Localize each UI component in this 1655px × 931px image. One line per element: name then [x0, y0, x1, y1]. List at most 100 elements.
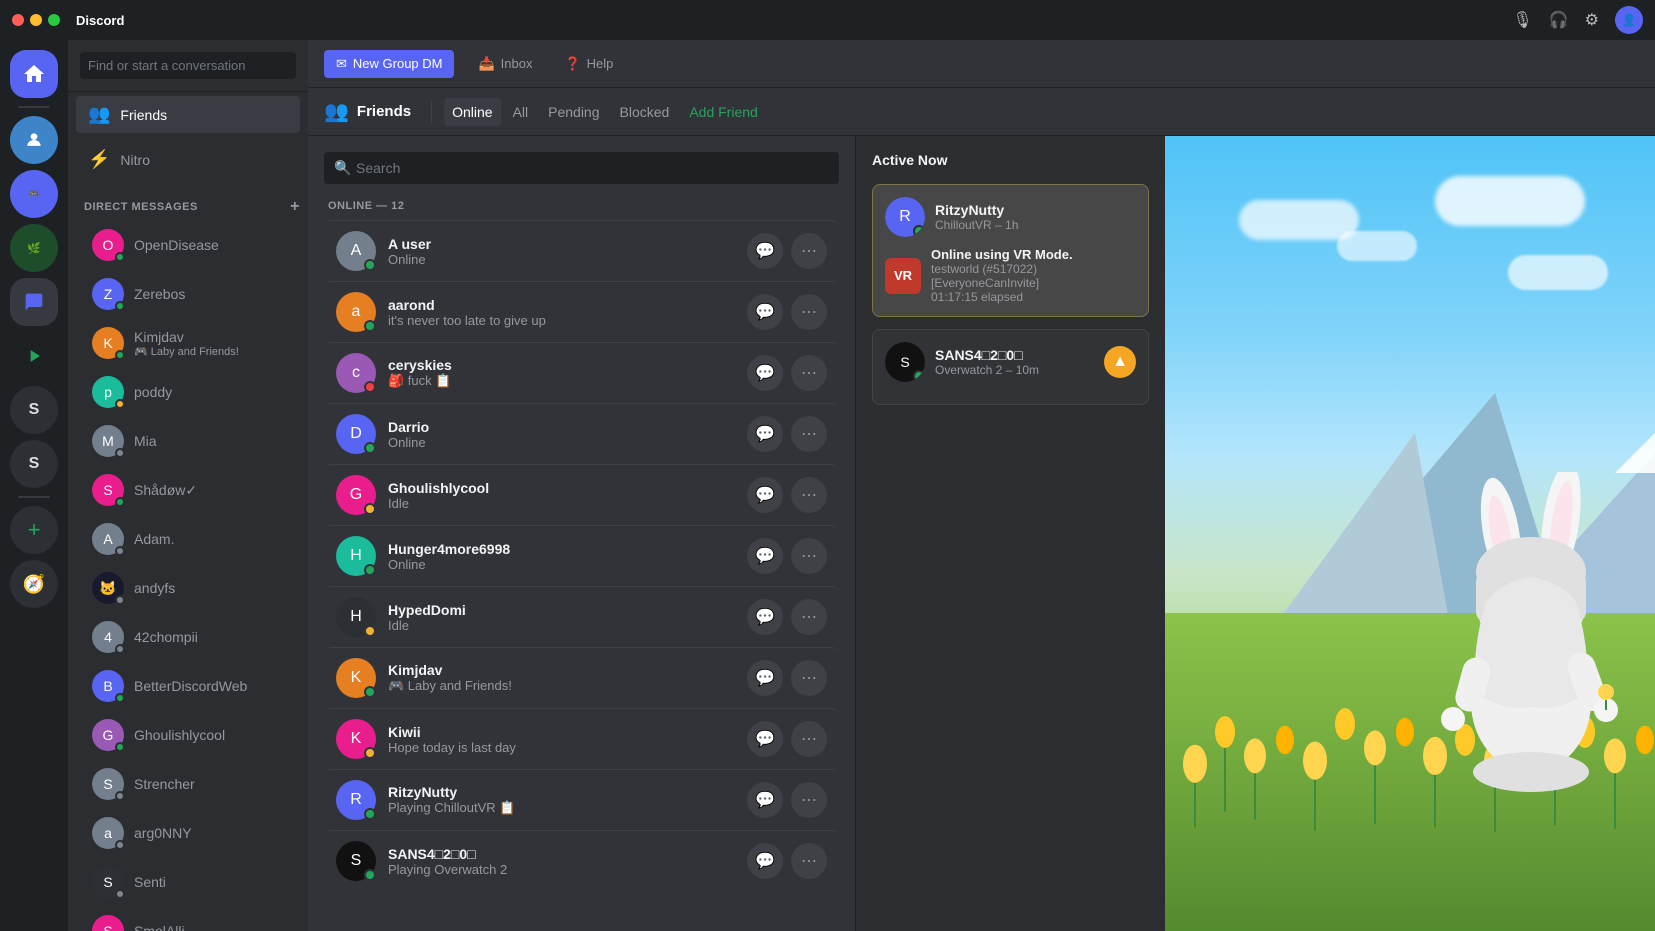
server-icon-2[interactable]: 🎮 — [10, 170, 58, 218]
friend-row-ceryskies[interactable]: c ceryskies 🎒 fuck 📋 💬 ⋯ — [324, 342, 839, 403]
dm-avatar-wrap: 4 — [92, 621, 124, 653]
friends-nav-button[interactable]: 👥 Friends — [76, 96, 300, 133]
dm-status — [115, 448, 125, 458]
friend-row-kimjdav[interactable]: K Kimjdav 🎮 Laby and Friends! 💬 ⋯ — [324, 647, 839, 708]
dm-item-shadow[interactable]: S Shådøw✓ — [76, 466, 300, 514]
friend-info: ceryskies 🎒 fuck 📋 — [388, 357, 735, 389]
message-friend-button[interactable]: 💬 — [747, 782, 783, 818]
dm-item-opendisease[interactable]: O OpenDisease — [76, 221, 300, 269]
more-options-button[interactable]: ⋯ — [791, 233, 827, 269]
tab-online[interactable]: Online — [444, 98, 500, 126]
more-options-button[interactable]: ⋯ — [791, 721, 827, 757]
active-game-name: Online using VR Mode. — [931, 247, 1136, 262]
add-server-button[interactable]: + — [10, 506, 58, 554]
dm-item-mia[interactable]: M Mia — [76, 417, 300, 465]
tab-blocked[interactable]: Blocked — [612, 98, 678, 126]
mic-icon[interactable]: 🎙 — [1512, 10, 1532, 30]
friend-row-ritzynutty[interactable]: R RitzyNutty Playing ChilloutVR 📋 💬 ⋯ — [324, 769, 839, 830]
dm-item-senti[interactable]: S Senti — [76, 858, 300, 906]
friend-info: aarond it's never too late to give up — [388, 297, 735, 328]
dm-item-42chompii[interactable]: 4 42chompii — [76, 613, 300, 661]
server-icon-s2[interactable]: S — [10, 440, 58, 488]
message-friend-button[interactable]: 💬 — [747, 355, 783, 391]
new-dm-button[interactable]: + — [290, 198, 300, 216]
dm-item-adam[interactable]: A Adam. — [76, 515, 300, 563]
friends-icon: 👥 — [324, 99, 349, 124]
dm-name: Adam. — [134, 531, 174, 547]
nitro-nav-icon: ⚡ — [88, 149, 110, 170]
friend-status-dot — [364, 747, 376, 759]
close-button[interactable] — [12, 14, 24, 26]
more-options-button[interactable]: ⋯ — [791, 416, 827, 452]
friend-row-kiwii[interactable]: K Kiwii Hope today is last day 💬 ⋯ — [324, 708, 839, 769]
dm-item-betterdiscord[interactable]: B BetterDiscordWeb — [76, 662, 300, 710]
nitro-nav-button[interactable]: ⚡ Nitro — [76, 141, 300, 178]
message-friend-button[interactable]: 💬 — [747, 477, 783, 513]
dm-item-strencher[interactable]: S Strencher — [76, 760, 300, 808]
active-card-sans[interactable]: S SANS4□2□0□ Overwatch 2 – 10m ▲ — [872, 329, 1149, 405]
minimize-button[interactable] — [30, 14, 42, 26]
server-icon-code[interactable] — [10, 332, 58, 380]
settings-icon[interactable]: ⚙ — [1585, 10, 1599, 30]
dm-item-smolalli[interactable]: S SmolAlli — [76, 907, 300, 931]
more-options-button[interactable]: ⋯ — [791, 538, 827, 574]
dm-name: andyfs — [134, 580, 175, 596]
active-card-ritzy[interactable]: R RitzyNutty ChilloutVR – 1h VR Online u… — [872, 184, 1149, 317]
more-options-button[interactable]: ⋯ — [791, 355, 827, 391]
dm-avatar-wrap: O — [92, 229, 124, 261]
friend-row-aarond[interactable]: a aarond it's never too late to give up … — [324, 281, 839, 342]
more-options-button[interactable]: ⋯ — [791, 599, 827, 635]
dm-item-ghoulish[interactable]: G Ghoulishlycool — [76, 711, 300, 759]
message-friend-button[interactable]: 💬 — [747, 599, 783, 635]
friend-row-hypeddomi[interactable]: H HypedDomi Idle 💬 ⋯ — [324, 586, 839, 647]
message-friend-button[interactable]: 💬 — [747, 416, 783, 452]
dm-item-zerebos[interactable]: Z Zerebos — [76, 270, 300, 318]
message-friend-button[interactable]: 💬 — [747, 660, 783, 696]
new-group-dm-button[interactable]: ✉ New Group DM — [324, 50, 454, 78]
message-friend-button[interactable]: 💬 — [747, 538, 783, 574]
friend-row-hunger[interactable]: H Hunger4more6998 Online 💬 ⋯ — [324, 525, 839, 586]
maximize-button[interactable] — [48, 14, 60, 26]
home-button[interactable] — [10, 50, 58, 98]
dm-avatar-wrap: S — [92, 915, 124, 931]
server-icon-active[interactable] — [10, 278, 58, 326]
more-options-button[interactable]: ⋯ — [791, 294, 827, 330]
headset-icon[interactable]: 🎧 — [1549, 10, 1569, 30]
friend-status-dot — [364, 869, 376, 881]
friend-actions: 💬 ⋯ — [747, 538, 827, 574]
message-friend-button[interactable]: 💬 — [747, 233, 783, 269]
more-options-button[interactable]: ⋯ — [791, 660, 827, 696]
dm-item-andyfs[interactable]: 🐱 andyfs — [76, 564, 300, 612]
user-avatar[interactable]: 👤 — [1615, 6, 1643, 34]
friend-row-sans[interactable]: S SANS4□2□0□ Playing Overwatch 2 💬 ⋯ — [324, 830, 839, 891]
message-friend-button[interactable]: 💬 — [747, 294, 783, 330]
more-options-button[interactable]: ⋯ — [791, 477, 827, 513]
tab-pending[interactable]: Pending — [540, 98, 607, 126]
server-icon-3[interactable]: 🌿 — [10, 224, 58, 272]
help-button[interactable]: ❓ Help — [556, 50, 621, 78]
friend-name: Kiwii — [388, 724, 735, 740]
find-conversation-input[interactable] — [80, 52, 296, 79]
friend-row-ghoulish[interactable]: G Ghoulishlycool Idle 💬 ⋯ — [324, 464, 839, 525]
message-friend-button[interactable]: 💬 — [747, 843, 783, 879]
active-now-panel: Active Now R RitzyNutty ChilloutVR – 1h — [855, 136, 1165, 931]
dm-item-poddy[interactable]: p poddy — [76, 368, 300, 416]
dm-item-arg0nny[interactable]: a arg0NNY — [76, 809, 300, 857]
friend-actions: 💬 ⋯ — [747, 843, 827, 879]
server-icon-s[interactable]: S — [10, 386, 58, 434]
friend-info: A user Online — [388, 236, 735, 267]
discover-servers-button[interactable]: 🧭 — [10, 560, 58, 608]
friend-row-darrio[interactable]: D Darrio Online 💬 ⋯ — [324, 403, 839, 464]
friends-search-input[interactable] — [324, 152, 839, 184]
nitro-nav-label: Nitro — [120, 152, 150, 168]
tab-all[interactable]: All — [505, 98, 537, 126]
window-controls[interactable] — [12, 14, 60, 26]
more-options-button[interactable]: ⋯ — [791, 782, 827, 818]
dm-item-kimjdav[interactable]: K Kimjdav 🎮 Laby and Friends! — [76, 319, 300, 367]
friend-row-auser[interactable]: A A user Online 💬 ⋯ — [324, 220, 839, 281]
server-icon[interactable] — [10, 116, 58, 164]
tab-add-friend[interactable]: Add Friend — [681, 98, 765, 126]
message-friend-button[interactable]: 💬 — [747, 721, 783, 757]
more-options-button[interactable]: ⋯ — [791, 843, 827, 879]
inbox-button[interactable]: 📥 Inbox — [470, 50, 540, 78]
